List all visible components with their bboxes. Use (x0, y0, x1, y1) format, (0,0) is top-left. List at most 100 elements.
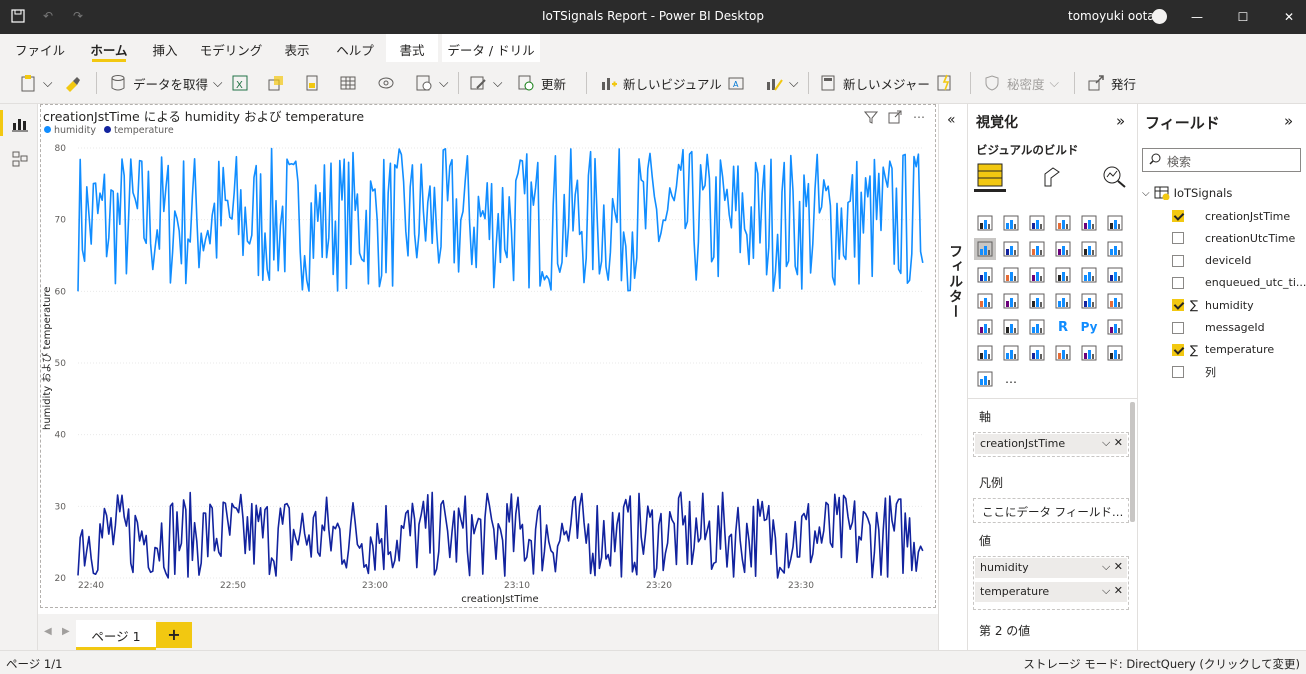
sql-server-button[interactable] (302, 71, 322, 95)
field-item[interactable]: ∑ temperature (1172, 341, 1274, 359)
visual-type-area-icon[interactable] (1000, 238, 1022, 260)
recent-sources-button[interactable]: ⌵ (414, 71, 448, 95)
new-measure-button[interactable]: 新しいメジャー (818, 71, 930, 95)
visual-type-filled-map-icon[interactable] (1000, 290, 1022, 312)
visual-type-slicer-icon[interactable] (974, 316, 996, 338)
visual-type-treemap-icon[interactable] (1104, 264, 1126, 286)
filters-label[interactable]: フィルター (945, 244, 965, 319)
next-page-icon[interactable]: ▶ (62, 626, 70, 637)
visual-type-scatter-icon[interactable] (1026, 264, 1048, 286)
visual-type-clustered-bar-icon[interactable] (1026, 212, 1048, 234)
maximize-icon[interactable]: ☐ (1220, 6, 1266, 28)
visual-type-get-more-icon[interactable] (974, 368, 996, 390)
paste-button[interactable]: ⌵ (18, 71, 52, 95)
datasets-button[interactable] (266, 71, 286, 95)
visual-type-more-icon[interactable]: … (1000, 368, 1022, 390)
legend-drop-target[interactable]: ここにデータ フィールド… (973, 498, 1129, 523)
field-checkbox[interactable] (1172, 321, 1184, 334)
field-item[interactable]: deviceId (1172, 252, 1251, 270)
field-checkbox[interactable] (1172, 232, 1184, 245)
table-node[interactable]: ⌵ IoTSignals (1142, 186, 1232, 200)
dataverse-button[interactable] (376, 71, 396, 95)
collapse-viz-icon[interactable]: » (1116, 112, 1125, 130)
transform-data-button[interactable]: ⌵ (468, 71, 502, 95)
quick-measure-button[interactable] (934, 71, 954, 95)
visual-type-paginated-icon[interactable] (1052, 342, 1074, 364)
axis-field-pill[interactable]: creationJstTime ⌵ ✕ (975, 434, 1127, 454)
sensitivity-button[interactable]: 秘密度 ⌵ (982, 71, 1059, 95)
enter-data-button[interactable] (338, 71, 358, 95)
visual-type-power-apps-icon[interactable] (1078, 342, 1100, 364)
legend-humidity[interactable]: humidity (44, 125, 96, 136)
visual-type-card-icon[interactable] (1052, 290, 1074, 312)
visual-type-stacked-bar-icon[interactable] (974, 212, 996, 234)
publish-button[interactable]: 発行 (1086, 71, 1136, 95)
filters-pane-collapsed[interactable]: « フィルター (938, 104, 968, 650)
visual-type-stacked-area-icon[interactable] (1026, 238, 1048, 260)
report-view-icon[interactable] (11, 114, 29, 132)
text-box-button[interactable]: A (726, 71, 746, 95)
field-checkbox[interactable] (1172, 343, 1184, 356)
visual-type-line-column-icon[interactable] (1052, 238, 1074, 260)
tab-modeling[interactable]: モデリング (198, 34, 264, 62)
visual-type-clustered-column-icon[interactable] (1052, 212, 1074, 234)
filter-icon[interactable] (864, 110, 878, 124)
format-visual-tab[interactable] (1036, 160, 1068, 192)
visual-type-line-icon[interactable] (974, 238, 996, 260)
pill-controls[interactable]: ⌵ ✕ (1102, 436, 1123, 450)
visual-type-funnel-icon[interactable] (1000, 264, 1022, 286)
visual-type-line-clustered-icon[interactable] (1078, 238, 1100, 260)
collapse-fields-icon[interactable]: » (1284, 112, 1293, 130)
visual-type-waterfall-icon[interactable] (974, 264, 996, 286)
field-checkbox[interactable] (1172, 366, 1184, 379)
visual-type-matrix-icon[interactable] (1026, 316, 1048, 338)
minimize-icon[interactable]: — (1174, 6, 1220, 28)
field-checkbox[interactable] (1172, 210, 1184, 222)
more-visuals-button[interactable]: ⌵ (764, 71, 798, 95)
value-pill-temperature[interactable]: temperature ⌵ ✕ (975, 582, 1127, 602)
visual-type-stacked-column-icon[interactable] (1000, 212, 1022, 234)
visual-type-python-visual-icon[interactable]: Py (1078, 316, 1100, 338)
field-item[interactable]: enqueued_utc_ti... (1172, 274, 1306, 292)
fields-search-input[interactable]: 検索 (1142, 148, 1301, 172)
get-data-button[interactable]: データを取得 ⌵ (108, 71, 223, 95)
field-item[interactable]: ∑ humidity (1172, 296, 1254, 314)
analytics-tab[interactable] (1098, 160, 1130, 192)
pill-controls[interactable]: ⌵ ✕ (1102, 560, 1123, 574)
tab-format[interactable]: 書式 (386, 34, 438, 62)
field-item[interactable]: creationJstTime (1172, 207, 1290, 225)
visual-type-100-column-icon[interactable] (1104, 212, 1126, 234)
visual-type-smart-narrative-icon[interactable] (1026, 342, 1048, 364)
tab-data-drill[interactable]: データ / ドリル (442, 34, 540, 62)
expand-filters-icon[interactable]: « (947, 112, 956, 128)
visual-type-power-automate-icon[interactable] (1104, 342, 1126, 364)
build-visual-tab[interactable] (974, 160, 1006, 192)
chevron-down-icon[interactable]: ⌵ (1142, 188, 1150, 199)
visual-type-pie-icon[interactable] (1052, 264, 1074, 286)
focus-mode-icon[interactable] (888, 110, 902, 124)
field-checkbox[interactable] (1172, 254, 1184, 267)
visual-type-map-icon[interactable] (974, 290, 996, 312)
field-item[interactable]: 列 (1172, 363, 1216, 381)
tab-help[interactable]: ヘルプ (330, 34, 380, 62)
viz-pane-scrollbar[interactable] (1130, 402, 1135, 522)
tab-file[interactable]: ファイル (10, 34, 70, 62)
field-checkbox[interactable] (1172, 276, 1184, 289)
new-visual-button[interactable]: 新しいビジュアル (598, 71, 722, 95)
avatar[interactable] (1152, 9, 1167, 24)
tab-home[interactable]: ホーム (84, 34, 134, 62)
tab-view[interactable]: 表示 (274, 34, 320, 62)
visual-type-multi-card-icon[interactable] (1078, 290, 1100, 312)
storage-mode[interactable]: ストレージ モード: DirectQuery (クリックして変更) (1023, 656, 1300, 672)
value-pill-humidity[interactable]: humidity ⌵ ✕ (975, 558, 1127, 578)
visual-type-qa-icon[interactable] (1000, 342, 1022, 364)
visual-type-ribbon-icon[interactable] (1104, 238, 1126, 260)
visual-type-kpi-icon[interactable] (1104, 290, 1126, 312)
refresh-button[interactable]: 更新 (516, 71, 566, 95)
legend-temperature[interactable]: temperature (103, 125, 174, 136)
visual-type-100-bar-icon[interactable] (1078, 212, 1100, 234)
pill-controls[interactable]: ⌵ ✕ (1102, 584, 1123, 598)
visual-type-key-influencers-icon[interactable] (1104, 316, 1126, 338)
prev-page-icon[interactable]: ◀ (44, 626, 52, 637)
visual-type-table-icon[interactable] (1000, 316, 1022, 338)
